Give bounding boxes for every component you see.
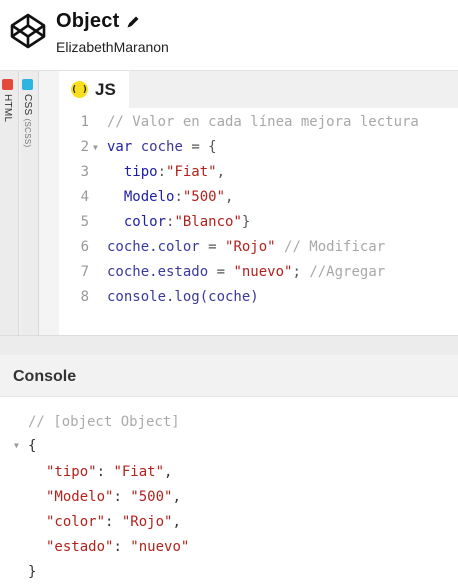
console-separator: , <box>172 489 181 505</box>
tab-html[interactable]: HTML <box>0 71 19 335</box>
code-line[interactable]: 7 coche.estado = "nuevo"; //Agregar <box>59 260 458 285</box>
code-line[interactable]: 8 console.log(coche) <box>59 285 458 310</box>
console-entry: "estado": "nuevo" <box>46 535 189 559</box>
pen-header: Object ElizabethMaranon <box>0 0 458 70</box>
code-text: coche.estado = "nuevo"; //Agregar <box>107 260 385 285</box>
tab-html-label: HTML <box>2 94 13 123</box>
line-number: 6 <box>80 239 89 255</box>
code-token: ; <box>292 264 310 280</box>
js-badge-icon: ( ) <box>71 81 88 98</box>
code-token: "nuevo" <box>233 264 293 280</box>
code-token: , <box>216 164 226 180</box>
code-line[interactable]: 4 Modelo:"500", <box>59 185 458 210</box>
code-line[interactable]: 3 tipo:"Fiat", <box>59 160 458 185</box>
console-comment: // [object Object] <box>28 414 180 430</box>
code-token: : <box>174 189 183 205</box>
code-text: console.log(coche) <box>107 285 259 310</box>
console-header: Console <box>0 355 458 397</box>
code-line[interactable]: 5 color:"Blanco"} <box>59 210 458 235</box>
pen-title[interactable]: Object <box>56 10 119 33</box>
line-number: 4 <box>80 189 89 205</box>
js-editor-panel[interactable]: ( ) JS 1 // Valor en cada línea mejora le… <box>59 71 458 335</box>
console-key: "estado" <box>46 539 114 555</box>
code-token: "500" <box>182 189 226 205</box>
editor-area: HTML CSS (SCSS) ( ) JS 1 // Valor en cada… <box>0 70 458 356</box>
console-separator: , <box>164 464 173 480</box>
code-token: //Agregar <box>309 264 386 280</box>
code-token: , <box>225 189 234 205</box>
console-value: "Rojo" <box>121 514 173 530</box>
codepen-logo-icon[interactable] <box>8 11 48 51</box>
code-token: tipo <box>107 164 158 180</box>
line-number: 7 <box>80 264 89 280</box>
tab-css[interactable]: CSS (SCSS) <box>20 71 39 335</box>
code-token: = { <box>191 139 217 155</box>
code-text: color:"Blanco"} <box>107 210 250 235</box>
code-text: coche.color = "Rojo" // Modificar <box>107 235 385 260</box>
console-value: "nuevo" <box>130 539 190 555</box>
pen-author[interactable]: ElizabethMaranon <box>56 39 169 55</box>
console-key: "Modelo" <box>46 489 114 505</box>
console-key: "tipo" <box>46 464 97 480</box>
code-line[interactable]: 6 coche.color = "Rojo" // Modificar <box>59 235 458 260</box>
fold-arrow-icon[interactable]: ▼ <box>93 135 98 160</box>
console-open-brace: { <box>28 438 37 454</box>
code-token: color <box>107 214 167 230</box>
console-value: "Fiat" <box>113 464 165 480</box>
code-text: tipo:"Fiat", <box>107 160 225 185</box>
code-token: = <box>216 264 234 280</box>
code-text: var coche = { <box>107 135 217 160</box>
expand-arrow-icon[interactable]: ▼ <box>14 434 19 458</box>
console-key: "color" <box>46 514 106 530</box>
line-number: 5 <box>80 214 89 230</box>
code-editor[interactable]: 1 // Valor en cada línea mejora lectura 2 ▼… <box>59 110 458 310</box>
tab-css-label: CSS (SCSS) <box>22 94 33 148</box>
code-token: coche <box>132 139 192 155</box>
code-line[interactable]: 2 ▼ var coche = { <box>59 135 458 160</box>
code-token: console.log(coche) <box>107 289 259 305</box>
line-number: 3 <box>80 164 89 180</box>
line-number: 8 <box>80 289 89 305</box>
console-title: Console <box>13 368 77 385</box>
code-token: } <box>241 214 251 230</box>
code-text: // Valor en cada línea mejora lectura <box>107 110 419 135</box>
code-token: var <box>107 139 133 155</box>
html-badge-icon <box>2 79 13 90</box>
console-close-brace: } <box>28 564 37 580</box>
code-token: "Fiat" <box>166 164 217 180</box>
code-token: coche.color <box>107 239 209 255</box>
code-token: coche.estado <box>107 264 217 280</box>
code-line[interactable]: 1 // Valor en cada línea mejora lectura <box>59 110 458 135</box>
code-token: = <box>208 239 226 255</box>
console-colon: : <box>105 514 122 530</box>
tab-js[interactable]: ( ) JS <box>59 71 129 108</box>
console-colon: : <box>96 464 114 480</box>
console-colon: : <box>113 539 131 555</box>
code-token: : <box>157 164 167 180</box>
tab-js-label: JS <box>95 79 116 99</box>
code-token: // Valor en cada línea mejora lectura <box>107 114 419 130</box>
console-value: "500" <box>130 489 173 505</box>
code-token: "Blanco" <box>174 214 242 230</box>
console-entry: "Modelo": "500", <box>46 485 181 509</box>
pencil-icon[interactable] <box>125 14 141 30</box>
code-token: Modelo <box>107 189 175 205</box>
console-output: // [object Object] ▼ { "tipo": "Fiat", "M… <box>0 397 458 588</box>
console-colon: : <box>113 489 131 505</box>
css-badge-icon <box>22 79 33 90</box>
line-number: 2 <box>80 139 89 155</box>
console-separator: , <box>172 514 181 530</box>
code-token: // Modificar <box>275 239 386 255</box>
js-tab-strip: ( ) JS <box>59 71 458 108</box>
code-token: "Rojo" <box>225 239 276 255</box>
code-text: Modelo:"500", <box>107 185 234 210</box>
line-number: 1 <box>80 114 89 130</box>
console-entry: "tipo": "Fiat", <box>46 460 172 484</box>
resize-handle[interactable] <box>0 335 458 356</box>
console-entry: "color": "Rojo", <box>46 510 181 534</box>
